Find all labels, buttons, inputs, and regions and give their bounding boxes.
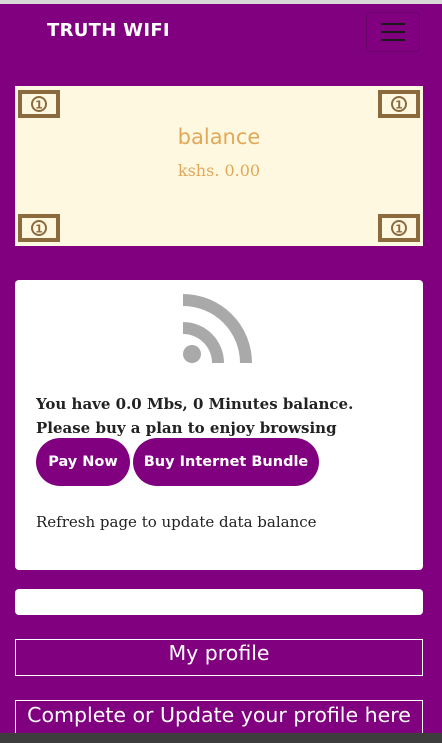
- balance-message-line2: Please buy a plan to enjoy browsing: [36, 419, 337, 437]
- dollar-bill-icon: 1: [378, 214, 420, 242]
- empty-card: [15, 589, 423, 615]
- balance-title: balance: [177, 125, 261, 149]
- dollar-bill-icon: 1: [18, 90, 60, 118]
- my-profile-heading: My profile: [15, 639, 423, 676]
- buy-internet-bundle-button[interactable]: Buy Internet Bundle: [133, 438, 319, 486]
- dollar-bill-icon: 1: [18, 214, 60, 242]
- refresh-hint: Refresh page to update data balance: [36, 513, 317, 531]
- balance-card: 1 1 1 1 balance kshs. 0.00: [15, 86, 423, 246]
- svg-text:1: 1: [395, 99, 403, 112]
- navbar: TRUTH WIFI: [0, 4, 442, 58]
- data-balance-card: You have 0.0 Mbs, 0 Minutes balance. Ple…: [15, 280, 423, 570]
- brand-title[interactable]: TRUTH WIFI: [47, 20, 170, 41]
- browser-bottom-edge: [0, 733, 442, 743]
- hamburger-menu-icon: [381, 31, 405, 33]
- hamburger-menu-icon: [381, 39, 405, 41]
- pay-now-button[interactable]: Pay Now: [36, 438, 130, 486]
- balance-message-line1: You have 0.0 Mbs, 0 Minutes balance.: [36, 395, 354, 413]
- svg-text:1: 1: [35, 223, 43, 236]
- balance-amount: kshs. 0.00: [177, 161, 261, 180]
- rss-feed-icon: [183, 294, 252, 363]
- menu-toggle-button[interactable]: [366, 12, 420, 52]
- svg-text:1: 1: [35, 99, 43, 112]
- hamburger-menu-icon: [381, 23, 405, 25]
- svg-text:1: 1: [395, 223, 403, 236]
- dollar-bill-icon: 1: [378, 90, 420, 118]
- balance-message: You have 0.0 Mbs, 0 Minutes balance. Ple…: [36, 392, 406, 440]
